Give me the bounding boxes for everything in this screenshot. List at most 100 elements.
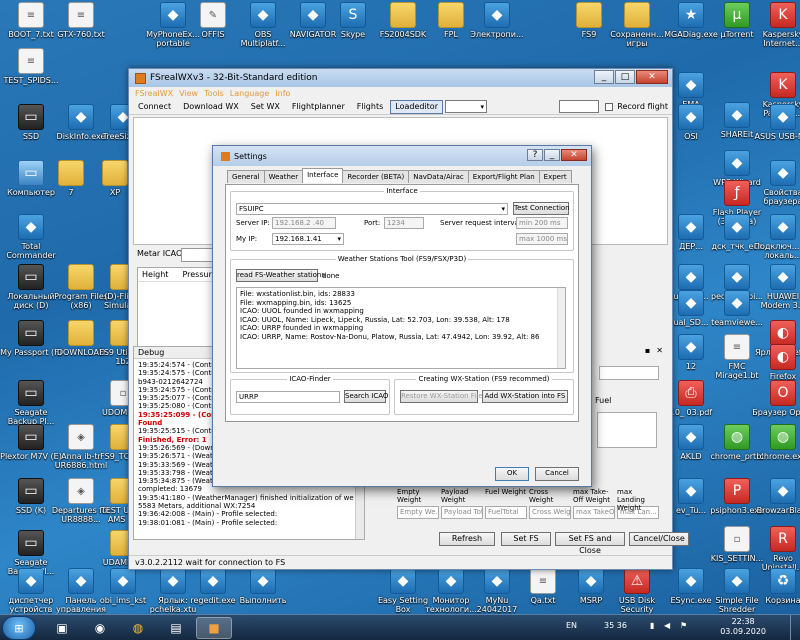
desktop-icon[interactable]: ◆ BrowzarBla...	[752, 478, 800, 515]
help-button[interactable]: ?	[527, 149, 543, 161]
ok-button[interactable]: OK	[495, 467, 529, 481]
menu-info[interactable]: Info	[275, 89, 290, 98]
weight-input[interactable]: max Lan...	[617, 506, 659, 519]
desktop-icon[interactable]: ◆ Свойства браузера	[752, 160, 800, 206]
menu-fsrealwx[interactable]: FSrealWX	[135, 89, 173, 98]
cancel-close-button[interactable]: Cancel/Close	[629, 532, 689, 546]
menu-view[interactable]: View	[179, 89, 198, 98]
weight-input[interactable]: Cross Weight	[529, 506, 571, 519]
port-input[interactable]: 1234	[384, 217, 424, 229]
tab-general[interactable]: General	[227, 170, 265, 183]
test-connection-button[interactable]: Test Connection	[513, 202, 570, 215]
weight-input[interactable]: max TakeOff	[573, 506, 615, 519]
desktop-icon[interactable]: ◆ Total Commander	[0, 214, 62, 260]
restore-wx-station-button[interactable]: Restore WX-Station File	[400, 390, 483, 403]
weight-input[interactable]: Payload Total	[441, 506, 483, 519]
my-ip-select[interactable]: 192.168.1.41 ▾	[272, 233, 344, 245]
desktop-icon[interactable]: ◆ Выполнить	[232, 568, 294, 605]
close-button[interactable]: ✕	[561, 149, 587, 161]
taskbar-fsrealwx[interactable]: ■	[196, 617, 232, 639]
taskbar-app-3[interactable]: ▤	[158, 617, 194, 639]
interval-min-input[interactable]: min 200 ms	[516, 217, 568, 229]
download-wx-button[interactable]: Download WX	[178, 100, 244, 114]
set-fs-and-close-button[interactable]: Set FS and Close	[555, 532, 625, 555]
weather-stations-body: read FS-Weather stations done File: wxst…	[232, 259, 572, 371]
flightplanner-button[interactable]: Flightplanner	[287, 100, 350, 114]
desktop-icon[interactable]: ▭Seagate Backup Pl...	[0, 380, 62, 426]
desktop-icon[interactable]: K Kaspersky Internet...	[752, 2, 800, 48]
desktop-icon[interactable]: ◐ Firefox	[752, 344, 800, 381]
desktop-icon[interactable]: O Браузер Opera	[752, 380, 800, 417]
icao-input[interactable]: URRP	[236, 391, 340, 403]
settings-titlebar[interactable]: Settings ? _ ✕	[213, 146, 591, 166]
taskbar-app-1[interactable]: ▣	[44, 617, 80, 639]
volume-icon[interactable]: ◀	[664, 621, 670, 630]
desktop-icon[interactable]: ◆ Подключ... по локаль...	[752, 214, 800, 260]
settings-dialog: Settings ? _ ✕ General Weather Interface Re…	[212, 145, 592, 487]
record-flight-checkbox[interactable]	[605, 102, 614, 111]
desktop-icon[interactable]: Сохраненн... игры	[606, 2, 668, 48]
clock[interactable]: 22:38 03.09.2020	[720, 617, 766, 637]
profile-combo[interactable]: ▾	[444, 100, 487, 113]
desktop-icon-label: Подключ... по локаль...	[753, 242, 800, 260]
flights-button[interactable]: Flights	[352, 100, 389, 114]
desktop-icon[interactable]: ≡ TEST_SPIDS...	[0, 48, 62, 85]
start-button[interactable]: ⊞	[2, 616, 36, 640]
pin-icon[interactable]: ▪	[645, 346, 650, 358]
tab-navdata-airac[interactable]: NavData/Airac	[408, 170, 469, 183]
taskbar-chrome[interactable]: ◍	[120, 617, 156, 639]
tab-recorder-beta[interactable]: Recorder (BETA)	[342, 170, 410, 183]
run-icon: ◆	[250, 568, 276, 594]
search-icao-button[interactable]: Search ICAO	[344, 390, 388, 403]
desktop-icon[interactable]: ◆ ASUS USB-N...	[752, 104, 800, 141]
connect-button[interactable]: Connect	[133, 100, 176, 114]
fuel-field[interactable]	[597, 412, 657, 448]
app-icon: ◆	[770, 478, 796, 504]
desktop-icon-label: Свойства браузера	[763, 188, 800, 206]
interface-select[interactable]: FSUIPC ▾	[236, 203, 508, 215]
toolbar-input[interactable]	[559, 100, 600, 113]
desktop-icon[interactable]: ⚠ USB Disk Security	[606, 568, 668, 614]
set-wx-button[interactable]: Set WX	[246, 100, 285, 114]
settings-tabs: General Weather Interface Recorder (BETA) Na…	[227, 168, 572, 183]
show-desktop-button[interactable]	[790, 615, 800, 640]
minimize-button[interactable]: _	[544, 149, 560, 161]
menu-language[interactable]: Language	[230, 89, 269, 98]
chevron-down-icon: ▾	[337, 235, 341, 243]
app-icon: ◆	[724, 150, 750, 176]
desktop-icon[interactable]: ◆ Электропи...	[466, 2, 528, 39]
main-titlebar[interactable]: FSrealWXv3 - 32-Bit-Standard edition _ □…	[129, 69, 672, 87]
desktop-icon[interactable]: ◍ chrome.exe	[752, 424, 800, 461]
log-scrollbar[interactable]	[557, 288, 565, 368]
panel-field[interactable]	[599, 366, 659, 380]
tab-interface[interactable]: Interface	[302, 168, 344, 183]
tab-export-flight-plan[interactable]: Export/Flight Plan	[467, 170, 540, 183]
interval-max-input[interactable]: max 1000 ms	[516, 233, 568, 245]
loadeditor-button[interactable]: Loadeditor	[390, 99, 443, 114]
menu-tools[interactable]: Tools	[204, 89, 224, 98]
desktop-icon[interactable]: RRevo Uninstall...	[752, 526, 800, 572]
maximize-button[interactable]: □	[615, 70, 635, 84]
close-icon[interactable]: ✕	[656, 346, 663, 358]
pdf-icon: ⎙	[678, 380, 704, 406]
cancel-button[interactable]: Cancel	[535, 467, 579, 481]
server-ip-input[interactable]: 192.168.2 .40	[272, 217, 336, 229]
weight-input[interactable]: FuelTotal	[485, 506, 527, 519]
minimize-button[interactable]: _	[594, 70, 614, 84]
desktop-icon[interactable]: ♻ Корзина	[752, 568, 800, 605]
close-button[interactable]: ✕	[636, 70, 668, 84]
language-indicator[interactable]: EN	[566, 621, 577, 630]
taskbar: ⊞ ▣ ◉ ◍ ▤ ■ EN 35 36 ▮ ◀ ⚑ 22:38 03.09.2…	[0, 614, 800, 640]
add-wx-station-button[interactable]: Add WX-Station into FS	[482, 390, 568, 403]
flag-icon[interactable]: ⚑	[680, 621, 687, 630]
tab-expert[interactable]: Expert	[538, 170, 572, 183]
tab-weather[interactable]: Weather	[263, 170, 304, 183]
refresh-button[interactable]: Refresh	[439, 532, 495, 546]
taskbar-app-2[interactable]: ◉	[82, 617, 118, 639]
desktop-icon-label: Kaspersky Internet...	[762, 30, 800, 48]
weight-input[interactable]: Empty We...	[397, 506, 439, 519]
network-icon[interactable]: ▮	[650, 621, 654, 630]
set-fs-button[interactable]: Set FS	[501, 532, 551, 546]
desktop-icon[interactable]: ≡ GTX-760.txt	[50, 2, 112, 39]
read-fs-weather-stations-button[interactable]: read FS-Weather stations	[236, 269, 325, 282]
